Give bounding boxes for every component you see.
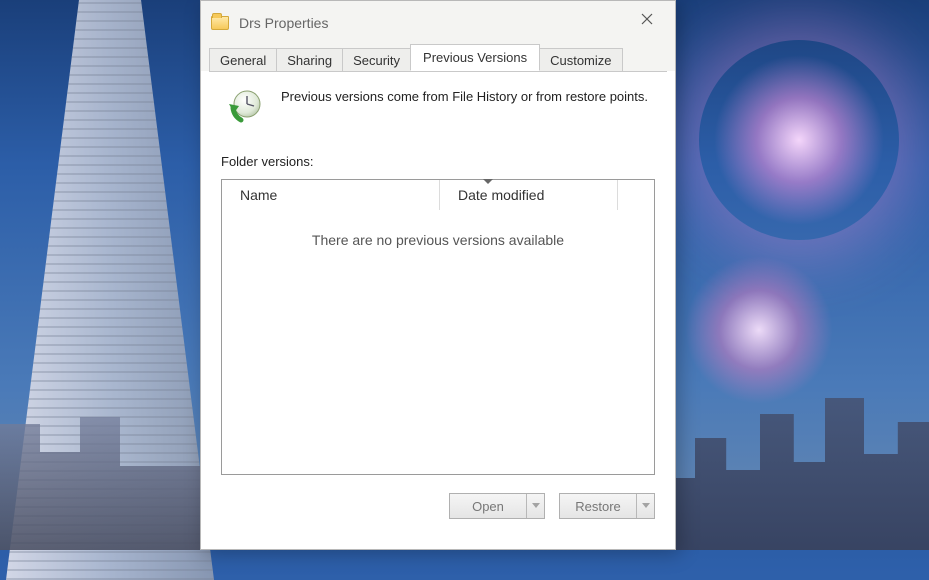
tab-security[interactable]: Security [342,48,411,72]
button-row: Open Restore [221,493,655,519]
list-body: There are no previous versions available [222,210,654,474]
column-header-name[interactable]: Name [222,180,440,210]
column-header-spacer [618,180,654,210]
info-text: Previous versions come from File History… [281,88,648,124]
close-icon [641,13,653,25]
folder-icon [211,16,229,30]
restore-button-label: Restore [560,494,636,518]
empty-message: There are no previous versions available [222,232,654,248]
open-button-label: Open [450,494,526,518]
folder-versions-label: Folder versions: [221,154,655,169]
tab-previous-versions[interactable]: Previous Versions [410,44,540,71]
window-title: Drs Properties [239,15,625,31]
close-button[interactable] [625,4,669,34]
tab-customize[interactable]: Customize [539,48,622,72]
list-header: Name Date modified [222,180,654,210]
properties-dialog: Drs Properties General Sharing Security … [200,0,676,550]
open-button[interactable]: Open [449,493,545,519]
restore-button-dropdown[interactable] [636,494,654,518]
column-overflow-chevron-icon[interactable] [483,179,493,184]
titlebar[interactable]: Drs Properties [201,1,675,45]
tab-general[interactable]: General [209,48,277,72]
versions-list[interactable]: Name Date modified There are no previous… [221,179,655,475]
restore-button[interactable]: Restore [559,493,655,519]
info-row: Previous versions come from File History… [221,88,655,124]
tab-content: Previous versions come from File History… [209,71,667,541]
history-clock-icon [227,88,263,124]
tab-sharing[interactable]: Sharing [276,48,343,72]
open-button-dropdown[interactable] [526,494,544,518]
chevron-down-icon [532,503,540,509]
tab-strip: General Sharing Security Previous Versio… [201,45,675,71]
column-header-date-modified[interactable]: Date modified [440,180,618,210]
chevron-down-icon [642,503,650,509]
